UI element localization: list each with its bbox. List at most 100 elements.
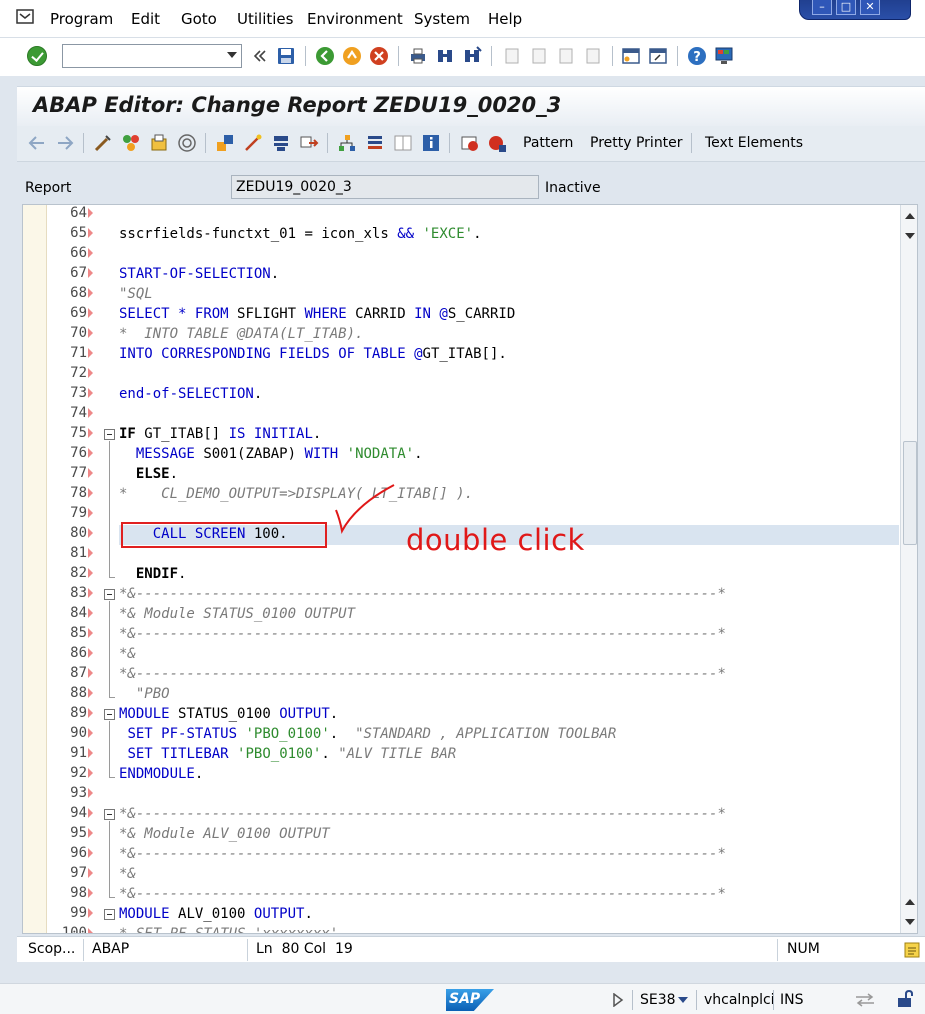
menu-environment[interactable]: Environment xyxy=(307,10,403,28)
code-line[interactable]: 69 SELECT * FROM SFLIGHT WHERE CARRID IN … xyxy=(23,305,899,325)
play-icon[interactable] xyxy=(612,993,624,1007)
code-text[interactable]: *& Module STATUS_0100 OUTPUT xyxy=(119,606,355,622)
code-line[interactable]: 94 *&------------------------------------… xyxy=(23,805,899,825)
code-line[interactable]: 97 *& xyxy=(23,865,899,885)
code-text[interactable]: *&--------------------------------------… xyxy=(119,806,726,822)
help-icon[interactable]: ? xyxy=(687,46,707,66)
code-line[interactable]: 90 SET PF-STATUS 'PBO_0100'. "STANDARD ,… xyxy=(23,725,899,745)
enter-icon[interactable] xyxy=(27,46,47,66)
code-line[interactable]: 96 *&------------------------------------… xyxy=(23,845,899,865)
next-page-icon[interactable] xyxy=(556,46,576,66)
where-used-icon[interactable] xyxy=(271,133,291,153)
code-text[interactable]: *& Module ALV_0100 OUTPUT xyxy=(119,826,330,842)
code-line[interactable]: 98 *&------------------------------------… xyxy=(23,885,899,905)
code-text[interactable]: * CL_DEMO_OUTPUT=>DISPLAY( LT_ITAB[] ). xyxy=(119,486,473,502)
code-line[interactable]: 64 xyxy=(23,205,899,225)
code-line[interactable]: 65 sscrfields-functxt_01 = icon_xls && 'E… xyxy=(23,225,899,245)
fold-toggle-icon[interactable] xyxy=(104,429,115,440)
display-change-icon[interactable] xyxy=(93,133,113,153)
code-text[interactable]: SET TITLEBAR 'PBO_0100'. "ALV TITLE BAR xyxy=(119,746,456,762)
code-line[interactable]: 85 *&------------------------------------… xyxy=(23,625,899,645)
arrow-left-icon[interactable] xyxy=(27,133,47,153)
code-text[interactable]: sscrfields-functxt_01 = icon_xls && 'EXC… xyxy=(119,226,482,242)
shortcut-icon[interactable] xyxy=(648,46,668,66)
activate-icon[interactable] xyxy=(215,133,235,153)
scrollbar-thumb[interactable] xyxy=(903,441,917,545)
exit-icon[interactable] xyxy=(342,46,362,66)
fold-toggle-icon[interactable] xyxy=(104,589,115,600)
command-input[interactable] xyxy=(63,45,213,67)
code-text[interactable]: MODULE ALV_0100 OUTPUT. xyxy=(119,906,313,922)
scroll-down-bottom-icon[interactable] xyxy=(905,919,915,925)
menu-goto[interactable]: Goto xyxy=(181,10,217,28)
code-line[interactable]: 77 ELSE. xyxy=(23,465,899,485)
code-text[interactable]: SET PF-STATUS 'PBO_0100'. "STANDARD , AP… xyxy=(119,726,616,742)
info-icon[interactable] xyxy=(421,133,441,153)
code-line[interactable]: 86 *& xyxy=(23,645,899,665)
code-line[interactable]: 89 MODULE STATUS_0100 OUTPUT. xyxy=(23,705,899,725)
last-page-icon[interactable] xyxy=(583,46,603,66)
active-inactive-icon[interactable] xyxy=(121,133,141,153)
print-icon[interactable] xyxy=(408,46,428,66)
pattern-button[interactable]: Pattern xyxy=(523,135,573,151)
chevron-down-icon[interactable] xyxy=(678,997,688,1003)
text-elements-button[interactable]: Text Elements xyxy=(705,135,803,151)
code-text[interactable]: * INTO TABLE @DATA(LT_ITAB). xyxy=(119,326,363,342)
code-text[interactable]: MESSAGE S001(ZABAP) WITH 'NODATA'. xyxy=(119,446,423,462)
other-object-icon[interactable] xyxy=(149,133,169,153)
find-icon[interactable] xyxy=(435,46,455,66)
pretty-printer-button[interactable]: Pretty Printer xyxy=(590,135,683,151)
code-line[interactable]: 99 MODULE ALV_0100 OUTPUT. xyxy=(23,905,899,925)
code-text[interactable]: *& xyxy=(119,866,136,882)
code-line[interactable]: 70 * INTO TABLE @DATA(LT_ITAB). xyxy=(23,325,899,345)
vertical-scrollbar[interactable] xyxy=(900,205,917,933)
code-line[interactable]: 87 *&------------------------------------… xyxy=(23,665,899,685)
system-menu-icon[interactable] xyxy=(16,9,34,25)
chevron-down-icon[interactable] xyxy=(227,52,237,58)
code-text[interactable]: *&--------------------------------------… xyxy=(119,586,726,602)
code-text[interactable]: "SQL xyxy=(119,286,153,302)
code-text[interactable]: *&--------------------------------------… xyxy=(119,846,726,862)
scope-label[interactable]: Scop... xyxy=(28,941,75,957)
code-text[interactable]: *&--------------------------------------… xyxy=(119,626,726,642)
find-next-icon[interactable] xyxy=(462,46,482,66)
code-line[interactable]: 75 IF GT_ITAB[] IS INITIAL. xyxy=(23,425,899,445)
first-page-icon[interactable] xyxy=(502,46,522,66)
code-text[interactable]: *&--------------------------------------… xyxy=(119,886,726,902)
code-line[interactable]: 72 xyxy=(23,365,899,385)
code-text[interactable]: INTO CORRESPONDING FIELDS OF TABLE @GT_I… xyxy=(119,346,507,362)
maximize-icon[interactable]: □ xyxy=(836,0,856,15)
arrow-right-icon[interactable] xyxy=(55,133,75,153)
code-line[interactable]: 66 xyxy=(23,245,899,265)
code-line[interactable]: 74 xyxy=(23,405,899,425)
scroll-up-bottom-icon[interactable] xyxy=(905,899,915,905)
code-text[interactable]: *&--------------------------------------… xyxy=(119,666,726,682)
code-line[interactable]: 78 * CL_DEMO_OUTPUT=>DISPLAY( LT_ITAB[] )… xyxy=(23,485,899,505)
collapse-icon[interactable] xyxy=(250,46,270,66)
code-line[interactable]: 91 SET TITLEBAR 'PBO_0100'. "ALV TITLE B… xyxy=(23,745,899,765)
code-line[interactable]: 83 *&------------------------------------… xyxy=(23,585,899,605)
navigation-window-icon[interactable] xyxy=(365,133,385,153)
code-line[interactable]: 82 ENDIF. xyxy=(23,565,899,585)
code-line[interactable]: 67 START-OF-SELECTION. xyxy=(23,265,899,285)
code-line[interactable]: 71 INTO CORRESPONDING FIELDS OF TABLE @GT… xyxy=(23,345,899,365)
code-line[interactable]: 100 * SET PF-STATUS 'xxxxxxxx'. xyxy=(23,925,899,933)
menu-utilities[interactable]: Utilities xyxy=(237,10,293,28)
menu-help[interactable]: Help xyxy=(488,10,522,28)
new-session-icon[interactable] xyxy=(621,46,641,66)
code-line[interactable]: 73 end-of-SELECTION. xyxy=(23,385,899,405)
code-text[interactable]: *& xyxy=(119,646,136,662)
code-line[interactable]: 93 xyxy=(23,785,899,805)
hierarchy-icon[interactable] xyxy=(337,133,357,153)
code-text[interactable]: "PBO xyxy=(119,686,170,702)
notes-icon[interactable] xyxy=(903,941,921,959)
menu-system[interactable]: System xyxy=(414,10,470,28)
code-text[interactable]: IF GT_ITAB[] IS INITIAL. xyxy=(119,426,321,442)
code-line[interactable]: 76 MESSAGE S001(ZABAP) WITH 'NODATA'. xyxy=(23,445,899,465)
code-line[interactable]: 88 "PBO xyxy=(23,685,899,705)
code-text[interactable]: ELSE. xyxy=(119,466,178,482)
code-text[interactable]: end-of-SELECTION. xyxy=(119,386,262,402)
back-icon[interactable] xyxy=(315,46,335,66)
scroll-up-icon[interactable] xyxy=(905,213,915,219)
menu-program[interactable]: Program xyxy=(50,10,113,28)
